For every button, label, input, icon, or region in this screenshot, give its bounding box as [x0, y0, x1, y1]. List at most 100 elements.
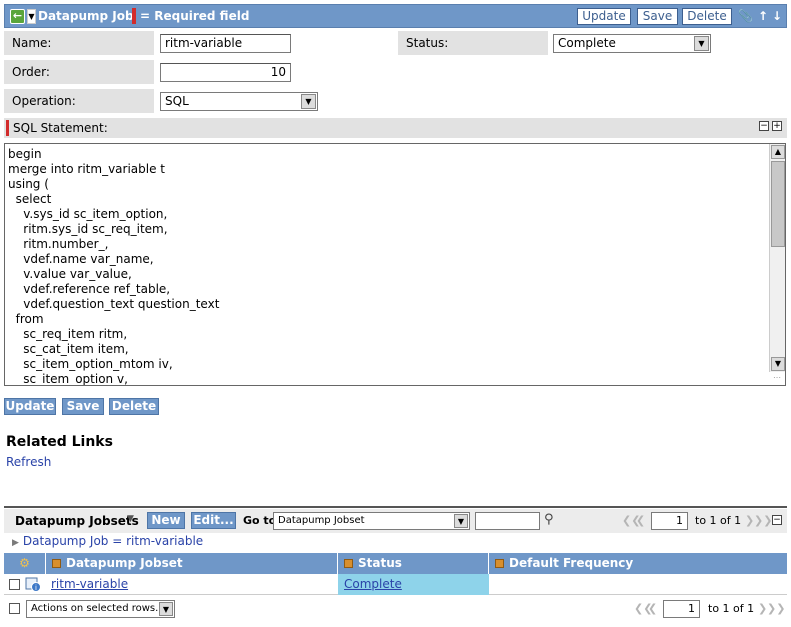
goto-select-value: Datapump Jobset — [278, 515, 365, 526]
record-preview-icon[interactable]: i — [25, 577, 41, 592]
table-row: i ritm-variable Complete — [4, 574, 787, 595]
status-select-value: Complete — [558, 36, 616, 50]
new-button[interactable]: New — [147, 512, 185, 529]
cube-icon — [344, 559, 353, 568]
pager-range: to 1 of 1 — [695, 514, 742, 527]
footer-pager-range: to 1 of 1 — [708, 602, 755, 615]
svg-text:i: i — [35, 584, 37, 592]
bottom-delete-button[interactable]: Delete — [109, 398, 159, 415]
breadcrumb[interactable]: ▶ Datapump Job = ritm-variable — [12, 534, 203, 548]
sql-code-line: from — [8, 312, 44, 326]
sql-code-line: select — [8, 192, 52, 206]
chevron-down-icon[interactable]: ▼ — [454, 514, 468, 528]
jobset-link[interactable]: ritm-variable — [51, 577, 128, 591]
sql-mandatory-marker — [6, 120, 9, 136]
chevron-down-icon[interactable]: ▼ — [159, 602, 173, 616]
related-list-toolbar: Datapump Jobsets ▼ New Edit... Go to Dat… — [4, 509, 787, 533]
sql-statement-label: SQL Statement: — [13, 121, 108, 135]
cube-icon — [52, 559, 61, 568]
order-field[interactable]: 10 — [160, 63, 291, 82]
jobset-cell: ritm-variable — [51, 574, 128, 595]
required-indicator — [132, 8, 136, 24]
bottom-update-button[interactable]: Update — [4, 398, 56, 415]
column-options-header[interactable]: ⚙ — [4, 553, 46, 574]
sql-statement-textarea[interactable]: begin merge into ritm_variable t using ( s… — [4, 143, 786, 386]
resize-grip-icon[interactable]: ⋯ — [773, 373, 783, 383]
sql-code-line: using ( — [8, 177, 49, 191]
name-field[interactable]: ritm-variable — [160, 34, 291, 53]
chevron-down-icon[interactable]: ▼ — [301, 94, 316, 109]
order-label: Order: — [4, 60, 154, 84]
update-button[interactable]: Update — [577, 8, 631, 25]
scroll-up-icon[interactable]: ▲ — [771, 145, 785, 159]
edit-button[interactable]: Edit... — [191, 512, 236, 529]
scroll-down-icon[interactable]: ▼ — [771, 357, 785, 371]
collapse-list-icon[interactable]: − — [772, 515, 782, 525]
sql-code-line: vdef.question_text question_text — [8, 297, 220, 311]
column-header-frequency[interactable]: Default Frequency — [489, 553, 787, 574]
context-menu-caret-icon[interactable]: ▼ — [27, 9, 36, 24]
name-label-text: Name: — [12, 36, 52, 50]
row-checkbox[interactable] — [9, 579, 20, 590]
sql-code-line: vdef.reference ref_table, — [8, 282, 171, 296]
expand-icon[interactable]: + — [772, 121, 782, 131]
cube-icon — [495, 559, 504, 568]
up-arrow-icon[interactable]: ↑ — [757, 8, 769, 24]
sql-code-line: sc_item_option_mtom iv, — [8, 357, 173, 371]
sql-statement-header: SQL Statement: − + — [4, 118, 787, 138]
sql-code-line: begin — [8, 147, 42, 161]
footer-next-page-icon[interactable]: ❯ — [758, 602, 767, 615]
list-divider — [4, 506, 787, 508]
down-arrow-icon[interactable]: ↓ — [771, 8, 783, 24]
scroll-thumb[interactable] — [771, 161, 785, 247]
page-number-input[interactable]: 1 — [651, 512, 688, 530]
sql-code-line: ritm.number_, — [8, 237, 109, 251]
sql-code-line: v.value var_value, — [8, 267, 132, 281]
sql-code-line: sc_req_item ritm, — [8, 327, 128, 341]
bottom-save-button[interactable]: Save — [62, 398, 104, 415]
status-select[interactable]: Complete ▼ — [553, 34, 711, 53]
column-header-status[interactable]: Status — [338, 553, 489, 574]
column-header-status-label: Status — [358, 556, 402, 570]
sql-code-line: vdef.name var_name, — [8, 252, 154, 266]
list-menu-caret-icon[interactable]: ▼ — [127, 514, 134, 524]
operation-select-value: SQL — [165, 94, 189, 108]
breadcrumb-text[interactable]: Datapump Job = ritm-variable — [23, 534, 203, 548]
operation-label-text: Operation: — [12, 94, 76, 108]
actions-select[interactable]: Actions on selected rows... ▼ — [26, 600, 175, 618]
search-icon[interactable]: ⚲ — [544, 512, 554, 527]
sql-code-text: begin merge into ritm_variable t using ( s… — [8, 147, 220, 385]
related-list-title[interactable]: Datapump Jobsets — [15, 514, 139, 528]
chevron-down-icon[interactable]: ▼ — [694, 36, 709, 51]
gear-icon[interactable]: ⚙ — [19, 556, 30, 570]
attachment-icon[interactable]: 📎 — [738, 8, 753, 24]
footer-last-page-icon[interactable]: ❯❯ — [767, 602, 785, 615]
actions-select-value: Actions on selected rows... — [31, 603, 165, 614]
operation-label: Operation: — [4, 89, 154, 113]
status-link[interactable]: Complete — [344, 577, 402, 591]
save-button[interactable]: Save — [637, 8, 678, 25]
vertical-scrollbar[interactable]: ▲ ▼ — [769, 144, 785, 372]
delete-button[interactable]: Delete — [682, 8, 732, 25]
back-arrow-icon[interactable]: ← — [10, 9, 25, 24]
refresh-link[interactable]: Refresh — [6, 455, 51, 469]
column-header-jobset[interactable]: Datapump Jobset — [46, 553, 338, 574]
required-field-note: = Required field — [140, 9, 250, 23]
name-label: Name: — [4, 31, 154, 55]
sql-code-line: merge into ritm_variable t — [8, 162, 166, 176]
collapse-icon[interactable]: − — [759, 121, 769, 131]
sql-code-line: v.sys_id sc_item_option, — [8, 207, 168, 221]
select-all-checkbox[interactable] — [9, 603, 20, 614]
form-header: ← ▼ Datapump Job = Required field Update… — [4, 4, 787, 28]
goto-field-select[interactable]: Datapump Jobset ▼ — [273, 512, 470, 530]
sql-code-line: sc_cat_item item, — [8, 342, 129, 356]
goto-search-input[interactable] — [475, 512, 540, 530]
footer-page-number-input[interactable]: 1 — [663, 600, 700, 618]
status-cell: Complete — [338, 574, 489, 595]
last-page-icon[interactable]: ❯❯ — [754, 514, 772, 527]
next-page-icon[interactable]: ❯ — [745, 514, 754, 527]
prev-page-icon[interactable]: ❮ — [636, 514, 645, 527]
footer-prev-page-icon[interactable]: ❮ — [648, 602, 657, 615]
operation-select[interactable]: SQL ▼ — [160, 92, 318, 111]
status-label-text: Status: — [406, 36, 449, 50]
